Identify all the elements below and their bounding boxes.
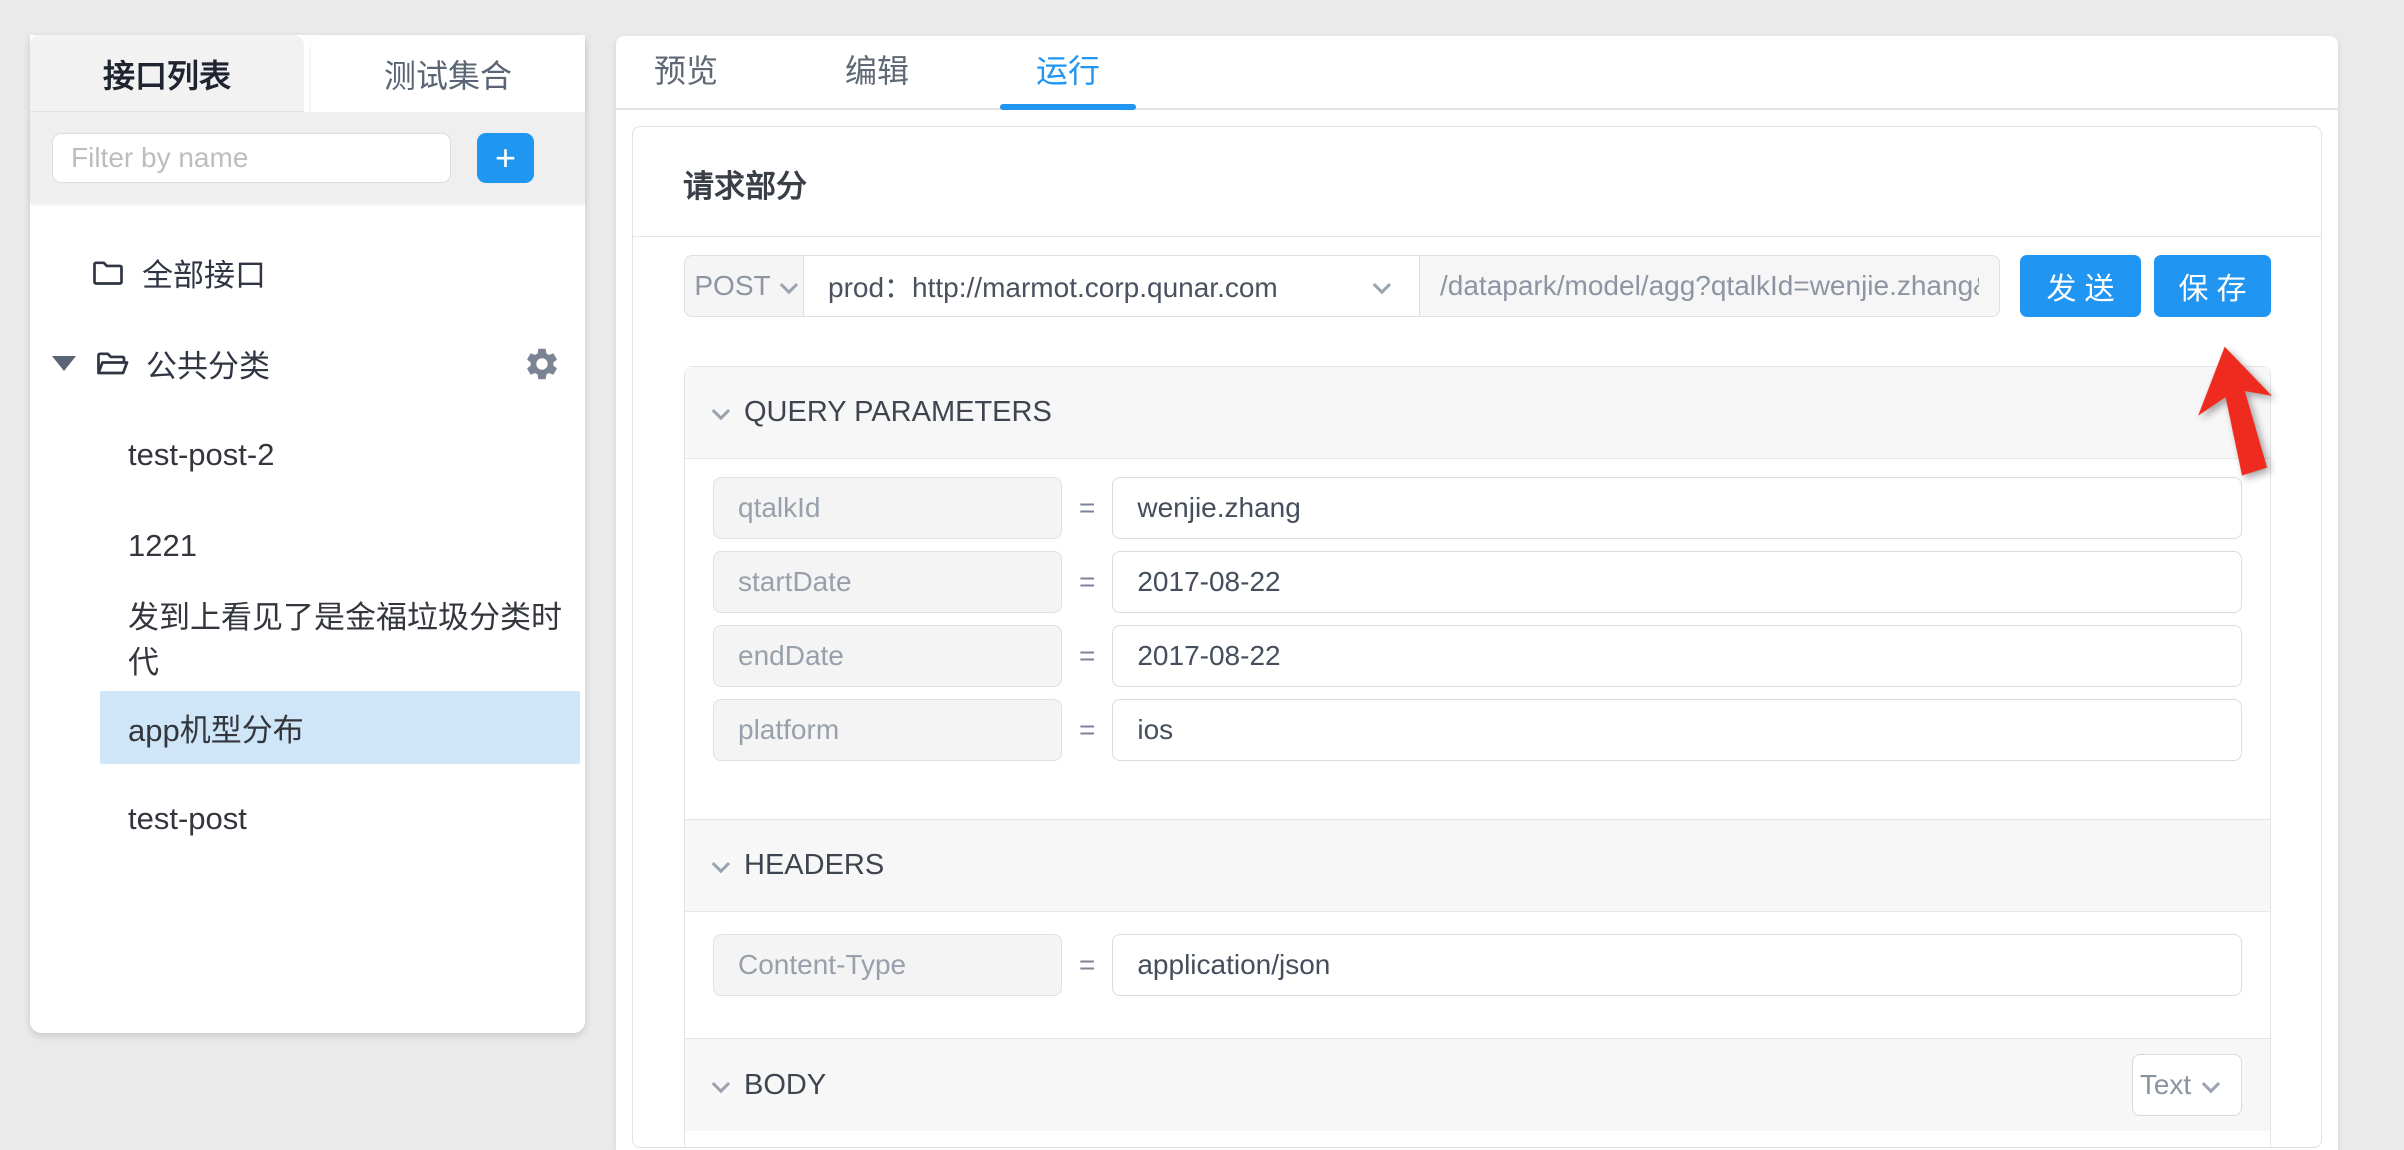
headers-header[interactable]: HEADERS (685, 820, 2270, 912)
chevron-down-icon (712, 402, 730, 420)
tree-item[interactable]: test-post (30, 773, 585, 864)
body-header[interactable]: BODY Text (685, 1039, 2270, 1131)
sidebar: 接口列表 测试集合 + 全部接口 公共分类 test-post-2 1221 发… (30, 35, 585, 1033)
tree-item[interactable]: test-post-2 (30, 409, 585, 500)
equals-sign: = (1079, 714, 1095, 746)
save-button[interactable]: 保存 (2154, 255, 2271, 317)
sidebar-tabs: 接口列表 测试集合 (30, 35, 585, 112)
headers-section: HEADERS Content-Type = (684, 820, 2271, 1039)
param-row: endDate = (713, 625, 2242, 687)
section-title: BODY (744, 1069, 826, 1102)
param-key: qtalkId (713, 477, 1062, 539)
query-parameters-section: QUERY PARAMETERS qtalkId = startDate = (684, 366, 2271, 820)
main-panel: 预览 编辑 运行 请求部分 POST prod：http://marmot.co… (616, 36, 2338, 1150)
filter-bar: + (30, 112, 585, 203)
param-row: platform = (713, 699, 2242, 761)
url-input[interactable] (1420, 255, 2000, 317)
request-panel-title: 请求部分 (633, 127, 2321, 237)
param-value-input[interactable] (1112, 625, 2242, 687)
method-label: POST (694, 270, 770, 302)
api-tree: 全部接口 公共分类 test-post-2 1221 发到上看见了是金福垃圾分类… (30, 203, 585, 1033)
folder-icon (90, 255, 126, 291)
param-row: Content-Type = (713, 934, 2242, 996)
tree-folder-label: 公共分类 (146, 341, 270, 386)
tab-run[interactable]: 运行 (1000, 36, 1136, 108)
body-section: BODY Text (684, 1039, 2271, 1148)
body-type-select[interactable]: Text (2132, 1054, 2242, 1116)
param-key: platform (713, 699, 1062, 761)
body-type-label: Text (2140, 1069, 2191, 1101)
header-rows: Content-Type = (685, 912, 2270, 1038)
chevron-down-icon (712, 855, 730, 873)
section-title: HEADERS (744, 849, 884, 882)
gear-icon[interactable] (523, 345, 561, 383)
page: { "app": { "accent_color": "#2095f2", "s… (0, 0, 2404, 1150)
environment-select[interactable]: prod：http://marmot.corp.qunar.com (804, 255, 1420, 317)
param-row: qtalkId = (713, 477, 2242, 539)
body-content (685, 1131, 2270, 1148)
tree-folder-public-category[interactable]: 公共分类 (30, 318, 585, 409)
send-button[interactable]: 发送 (2020, 255, 2141, 317)
query-parameters-header[interactable]: QUERY PARAMETERS (685, 367, 2270, 459)
param-key: endDate (713, 625, 1062, 687)
tree-item[interactable]: 发到上看见了是金福垃圾分类时代 (30, 591, 585, 682)
tab-api-list[interactable]: 接口列表 (30, 35, 304, 112)
request-panel: 请求部分 POST prod：http://marmot.corp.qunar.… (632, 126, 2322, 1148)
section-title: QUERY PARAMETERS (744, 396, 1052, 429)
equals-sign: = (1079, 492, 1095, 524)
param-key: Content-Type (713, 934, 1062, 996)
folder-open-icon (94, 346, 130, 382)
equals-sign: = (1079, 640, 1095, 672)
request-bar: POST prod：http://marmot.corp.qunar.com 发… (684, 255, 2271, 317)
environment-label: prod：http://marmot.corp.qunar.com (828, 266, 1278, 306)
equals-sign: = (1079, 566, 1095, 598)
query-parameter-rows: qtalkId = startDate = endDate = (685, 459, 2270, 819)
param-key: startDate (713, 551, 1062, 613)
tree-folder-label: 全部接口 (142, 250, 266, 295)
tree-folder-all-apis[interactable]: 全部接口 (30, 227, 585, 318)
param-value-input[interactable] (1112, 477, 2242, 539)
tree-item[interactable]: 1221 (30, 500, 585, 591)
chevron-down-icon (1373, 275, 1391, 293)
filter-input[interactable] (52, 133, 451, 183)
tab-test-collection[interactable]: 测试集合 (311, 35, 585, 112)
tab-edit[interactable]: 编辑 (809, 36, 945, 108)
request-sections: QUERY PARAMETERS qtalkId = startDate = (684, 366, 2271, 1148)
main-tabs: 预览 编辑 运行 (616, 36, 2338, 110)
request-panel-body: POST prod：http://marmot.corp.qunar.com 发… (633, 237, 2321, 1148)
chevron-down-icon (2202, 1074, 2220, 1092)
param-value-input[interactable] (1112, 551, 2242, 613)
tree-item-selected[interactable]: app机型分布 (100, 691, 580, 764)
caret-down-icon[interactable] (52, 356, 76, 371)
param-row: startDate = (713, 551, 2242, 613)
param-value-input[interactable] (1112, 934, 2242, 996)
method-select[interactable]: POST (684, 255, 804, 317)
add-api-button[interactable]: + (477, 133, 534, 183)
param-value-input[interactable] (1112, 699, 2242, 761)
tab-preview[interactable]: 预览 (618, 36, 754, 108)
chevron-down-icon (779, 275, 797, 293)
equals-sign: = (1079, 949, 1095, 981)
chevron-down-icon (712, 1074, 730, 1092)
